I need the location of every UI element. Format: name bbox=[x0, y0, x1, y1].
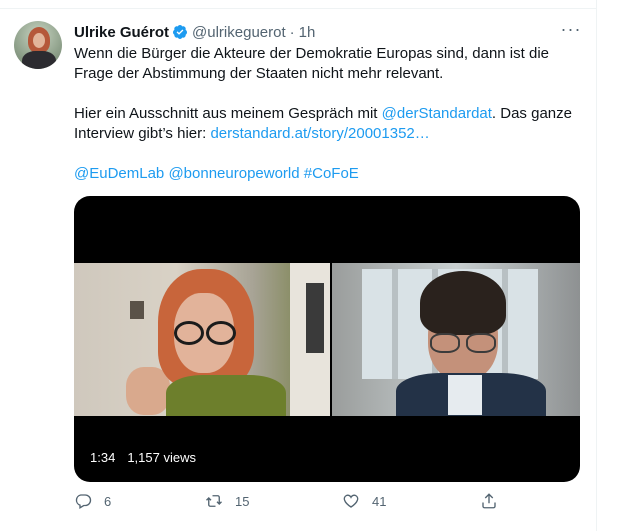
tweet-text: Interview gibt’s hier: bbox=[74, 125, 211, 142]
divider bbox=[596, 0, 597, 531]
tweet-text: . Das ganze bbox=[491, 105, 572, 122]
tweet-text-line: Hier ein Ausschnitt aus meinem Gespräch … bbox=[74, 104, 572, 124]
share-button[interactable] bbox=[480, 492, 498, 510]
reply-button[interactable]: 6 bbox=[74, 492, 111, 510]
divider bbox=[0, 8, 596, 9]
reply-count: 6 bbox=[104, 493, 112, 509]
mention-link[interactable]: @bonneuropeworld bbox=[168, 165, 299, 182]
timestamp[interactable]: 1h bbox=[299, 24, 316, 41]
like-count: 41 bbox=[372, 493, 387, 509]
tweet-text-line: Interview gibt’s hier: derstandard.at/st… bbox=[74, 124, 430, 144]
retweet-icon bbox=[206, 495, 222, 507]
tweet-text: Hier ein Ausschnitt aus meinem Gespräch … bbox=[74, 105, 382, 122]
tweet-text-line: Frage der Abstimmung der Staaten nicht m… bbox=[74, 65, 444, 82]
tweet-actions: 6 15 41 bbox=[74, 492, 580, 516]
mention-link[interactable]: @EuDemLab bbox=[74, 165, 164, 182]
share-icon bbox=[482, 493, 496, 509]
heart-icon bbox=[343, 494, 359, 508]
author-handle[interactable]: @ulrikeguerot bbox=[192, 24, 286, 41]
video-frame-right bbox=[332, 263, 580, 416]
video-views: 1,157 views bbox=[127, 450, 196, 465]
url-link[interactable]: derstandard.at/story/20001352… bbox=[210, 125, 429, 142]
video-frame-left bbox=[74, 263, 330, 416]
hashtag-link[interactable]: #CoFoE bbox=[304, 165, 359, 182]
retweet-button[interactable]: 15 bbox=[205, 492, 249, 510]
tweet-tags-line: @EuDemLab @bonneuropeworld #CoFoE bbox=[74, 164, 359, 184]
separator: · bbox=[289, 23, 295, 41]
avatar[interactable] bbox=[14, 21, 62, 69]
like-button[interactable]: 41 bbox=[342, 492, 386, 510]
video-duration: 1:34 bbox=[90, 450, 116, 465]
mention-link[interactable]: @derStandardat bbox=[382, 105, 492, 122]
reply-icon bbox=[75, 494, 92, 509]
verified-badge-icon bbox=[173, 25, 188, 39]
more-options-icon[interactable]: ··· bbox=[560, 20, 582, 42]
author-name[interactable]: Ulrike Guérot bbox=[74, 24, 169, 41]
video-player[interactable]: 1:34 1,157 views bbox=[74, 196, 580, 482]
video-info: 1:34 1,157 views bbox=[90, 450, 196, 465]
tweet-text-line: Wenn die Bürger die Akteure der Demokrat… bbox=[74, 45, 549, 62]
retweet-count: 15 bbox=[235, 493, 250, 509]
tweet-header: Ulrike Guérot @ulrikeguerot · 1h bbox=[74, 22, 315, 42]
